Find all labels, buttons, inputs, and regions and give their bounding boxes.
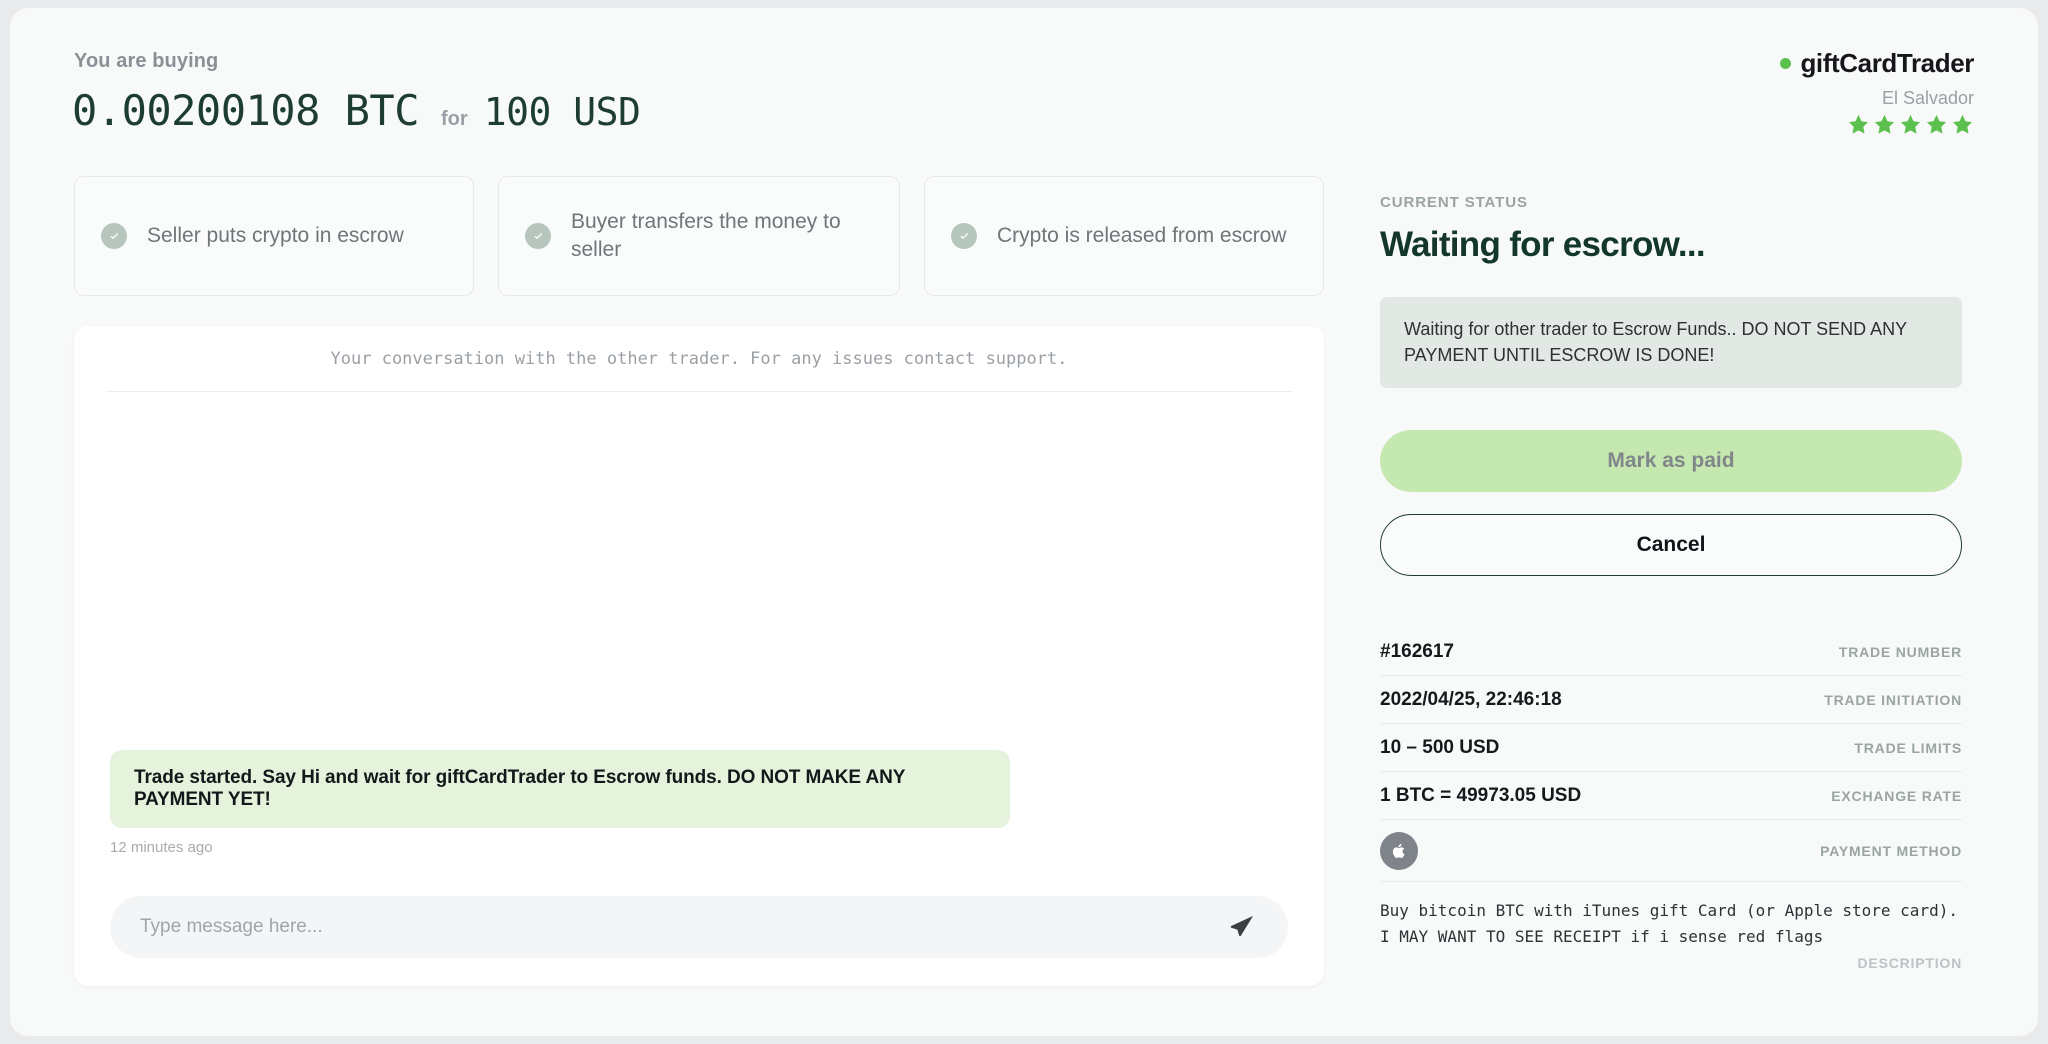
trader-rating-stars	[1780, 113, 1974, 136]
message-input[interactable]	[138, 915, 1224, 939]
trade-status-panel: CURRENT STATUS Waiting for escrow... Wai…	[1380, 194, 1962, 971]
buying-label: You are buying	[74, 50, 219, 72]
crypto-amount: 0.00200108 BTC	[72, 86, 420, 135]
trade-description: Buy bitcoin BTC with iTunes gift Card (o…	[1380, 898, 1962, 971]
star-icon	[1848, 114, 1869, 134]
cancel-button[interactable]: Cancel	[1380, 514, 1962, 577]
step-label: Buyer transfers the money to seller	[571, 210, 841, 261]
star-icon	[1900, 114, 1921, 134]
check-circle-icon	[101, 223, 127, 249]
apple-icon	[1380, 831, 1418, 870]
chat-panel: Your conversation with the other trader.…	[74, 326, 1324, 986]
check-circle-icon	[525, 223, 551, 249]
description-text: Buy bitcoin BTC with iTunes gift Card (o…	[1380, 901, 1958, 946]
trade-details-list: #162617 TRADE NUMBER 2022/04/25, 22:46:1…	[1380, 628, 1962, 883]
chat-header-note: Your conversation with the other trader.…	[330, 348, 1068, 369]
trade-amount-row: 0.00200108 BTC for 100 USD	[72, 86, 641, 135]
step-card-crypto-released: Crypto is released from escrow	[924, 176, 1324, 296]
fiat-amount: 100 USD	[483, 90, 641, 134]
detail-key: PAYMENT METHOD	[1820, 842, 1962, 859]
detail-key: EXCHANGE RATE	[1831, 787, 1962, 804]
detail-key: TRADE LIMITS	[1854, 739, 1962, 756]
trader-profile[interactable]: giftCardTrader El Salvador	[1780, 48, 1974, 136]
step-label: Crypto is released from escrow	[997, 224, 1287, 248]
chat-message-list: Trade started. Say Hi and wait for giftC…	[74, 392, 1324, 866]
detail-key: TRADE INITIATION	[1824, 691, 1962, 708]
chat-message: Trade started. Say Hi and wait for giftC…	[110, 750, 1288, 856]
mark-as-paid-button[interactable]: Mark as paid	[1380, 430, 1962, 493]
status-eyebrow: CURRENT STATUS	[1380, 194, 1528, 211]
detail-value: 10 – 500 USD	[1380, 736, 1500, 758]
detail-value: 1 BTC = 49973.05 USD	[1380, 784, 1582, 806]
step-card-seller-escrow: Seller puts crypto in escrow	[74, 176, 474, 296]
chat-header: Your conversation with the other trader.…	[106, 326, 1292, 392]
step-card-buyer-transfer: Buyer transfers the money to seller	[498, 176, 900, 296]
status-note: Waiting for other trader to Escrow Funds…	[1380, 297, 1962, 389]
send-paper-plane-icon	[1230, 915, 1254, 937]
for-label: for	[441, 108, 468, 130]
trader-name-row: giftCardTrader	[1780, 48, 1974, 79]
status-title: Waiting for escrow...	[1380, 225, 1706, 264]
trader-name: giftCardTrader	[1800, 48, 1974, 78]
escrow-steps: Seller puts crypto in escrow Buyer trans…	[74, 176, 1324, 296]
step-label: Seller puts crypto in escrow	[147, 224, 404, 248]
star-icon	[1926, 114, 1947, 134]
app-window: You are buying 0.00200108 BTC for 100 US…	[10, 8, 2038, 1036]
trader-country: El Salvador	[1881, 88, 1974, 108]
send-message-button[interactable]	[1224, 909, 1260, 945]
chat-composer[interactable]	[110, 896, 1288, 958]
detail-row-trade-initiation: 2022/04/25, 22:46:18 TRADE INITIATION	[1380, 676, 1962, 725]
detail-row-payment-method: PAYMENT METHOD	[1380, 820, 1962, 883]
chat-message-text: Trade started. Say Hi and wait for giftC…	[110, 750, 1010, 828]
trade-header: You are buying 0.00200108 BTC for 100 US…	[10, 8, 2038, 168]
chat-message-timestamp: 12 minutes ago	[110, 839, 213, 856]
detail-row-exchange-rate: 1 BTC = 49973.05 USD EXCHANGE RATE	[1380, 772, 1962, 821]
detail-row-trade-limits: 10 – 500 USD TRADE LIMITS	[1380, 724, 1962, 773]
detail-row-trade-number: #162617 TRADE NUMBER	[1380, 628, 1962, 677]
star-icon	[1874, 114, 1895, 134]
detail-value: #162617	[1380, 640, 1454, 662]
description-key: DESCRIPTION	[1857, 955, 1962, 972]
detail-value: 2022/04/25, 22:46:18	[1380, 688, 1562, 710]
online-dot-icon	[1780, 58, 1792, 69]
star-icon	[1952, 114, 1973, 134]
detail-key: TRADE NUMBER	[1838, 643, 1962, 660]
check-circle-icon	[951, 223, 977, 249]
